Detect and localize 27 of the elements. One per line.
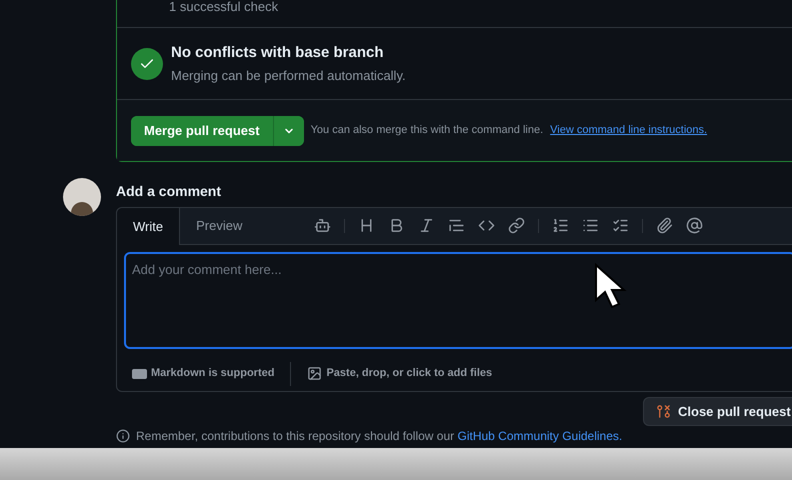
paperclip-icon[interactable]	[656, 217, 673, 234]
community-guidelines-link[interactable]: GitHub Community Guidelines.	[458, 429, 622, 443]
merge-hint: You can also merge this with the command line.	[310, 123, 544, 138]
mention-icon[interactable]	[686, 217, 703, 234]
checks-summary: 1 successful check	[169, 0, 278, 16]
attach-note[interactable]: Paste, drop, or click to add files	[326, 365, 492, 382]
bullet-list-icon[interactable]	[582, 217, 599, 234]
avatar	[63, 178, 101, 216]
comment-field[interactable]: Add your comment here...	[124, 252, 792, 349]
link-icon[interactable]	[508, 217, 525, 234]
conflicts-title: No conflicts with base branch	[171, 42, 385, 62]
info-icon	[116, 429, 130, 443]
closed-pull-request-icon	[656, 404, 671, 419]
editor-tab[interactable]: Preview	[180, 207, 258, 244]
markdown-note[interactable]: Markdown is supported	[151, 365, 274, 382]
comment-heading: Add a comment	[116, 182, 222, 201]
task-list-icon[interactable]	[612, 217, 629, 234]
quote-icon[interactable]	[448, 217, 465, 234]
merge-button[interactable]: Merge pull request	[131, 116, 274, 146]
footer-note: Remember, contributions to this repository should follow our GitHub Community Guidelines.	[136, 428, 622, 444]
success-check-icon	[131, 48, 163, 80]
conflicts-subtitle: Merging can be performed automatically.	[171, 67, 406, 85]
close-pull-request-button[interactable]: Close pull request	[643, 397, 792, 426]
command-line-link[interactable]: View command line instructions.	[550, 122, 708, 139]
editor-tab[interactable]: Write	[117, 208, 180, 245]
numbered-list-icon[interactable]	[552, 217, 569, 234]
image-icon	[307, 366, 322, 381]
